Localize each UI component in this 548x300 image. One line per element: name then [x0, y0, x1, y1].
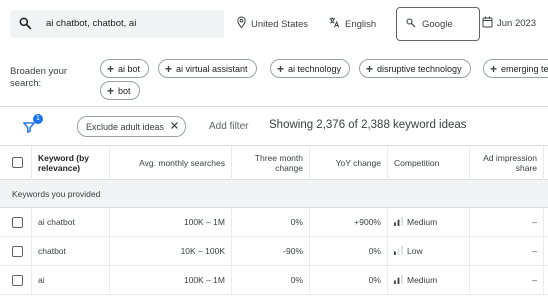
keyword-search-input[interactable]: ai chatbot, chatbot, ai — [10, 10, 224, 38]
location-pin-icon — [236, 16, 247, 32]
chip-label: Exclude adult ideas — [86, 121, 165, 132]
competition-low-icon — [394, 245, 403, 257]
row-select-cell — [0, 208, 32, 236]
chip-label: bot — [118, 85, 131, 96]
column-header-ad-impression-share[interactable]: Ad impression share — [470, 146, 544, 180]
exclude-adult-ideas-chip[interactable]: Exclude adult ideas — [77, 116, 187, 137]
keyword-cell: chatbot — [32, 237, 110, 265]
filter-count-badge: 1 — [33, 114, 43, 124]
group-label: Keywords you provided — [12, 189, 101, 199]
competition-medium-icon — [394, 216, 403, 228]
avg-monthly-searches-cell: 100K – 1M — [110, 266, 232, 294]
plus-icon: + — [277, 61, 285, 76]
competition-label: Low — [407, 246, 423, 256]
avg-monthly-searches-cell: 100K – 1M — [110, 208, 232, 236]
search-query-text: ai chatbot, chatbot, ai — [46, 18, 137, 29]
column-header-keyword[interactable]: Keyword (by relevance) — [32, 146, 110, 180]
ad-impression-share-cell: – — [470, 208, 544, 236]
table-row[interactable]: ai 100K – 1M 0% 0% Medium – — [0, 266, 548, 295]
group-header-row: Keywords you provided — [0, 180, 548, 208]
plus-icon: + — [107, 83, 115, 98]
column-header-competition[interactable]: Competition — [388, 146, 470, 180]
yoy-change-cell: 0% — [310, 237, 388, 265]
ad-impression-share-cell: – — [470, 266, 544, 294]
chip-label: ai virtual assistant — [176, 63, 248, 74]
row-select-cell — [0, 237, 32, 265]
results-count-text: Showing 2,376 of 2,388 keyword ideas — [269, 119, 467, 131]
yoy-change-cell: +900% — [310, 208, 388, 236]
competition-label: Medium — [407, 217, 438, 227]
location-selector[interactable]: United States — [236, 16, 308, 32]
competition-medium-icon — [394, 274, 403, 286]
row-checkbox[interactable] — [12, 246, 23, 257]
network-icon — [405, 17, 417, 32]
row-select-cell — [0, 266, 32, 294]
column-header-yoy-change[interactable]: YoY change — [310, 146, 388, 180]
chip-label: ai technology — [288, 63, 342, 74]
select-all-cell — [0, 146, 32, 180]
language-label: English — [345, 18, 377, 30]
row-checkbox[interactable] — [12, 275, 23, 286]
translate-icon — [328, 16, 341, 32]
location-label: United States — [251, 18, 309, 30]
chip-label: ai bot — [118, 63, 141, 74]
plus-icon: + — [366, 61, 374, 76]
close-icon[interactable] — [170, 121, 179, 132]
three-month-change-cell: 0% — [232, 208, 310, 236]
column-header-avg-monthly-searches[interactable]: Avg. monthly searches — [110, 146, 232, 180]
keyword-cell: ai — [32, 266, 110, 294]
row-checkbox[interactable] — [12, 217, 23, 228]
broaden-chip-emerging-technology[interactable]: + emerging te — [483, 59, 548, 78]
plus-icon: + — [165, 61, 173, 76]
select-all-checkbox[interactable] — [12, 157, 23, 168]
broaden-chip-ai-technology[interactable]: + ai technology — [270, 59, 351, 78]
broaden-chip-ai-virtual-assistant[interactable]: + ai virtual assistant — [158, 59, 257, 78]
network-label: Google — [422, 18, 453, 30]
date-range-selector[interactable]: Jun 2023 — [482, 16, 536, 31]
broaden-search-label: Broaden your search: — [10, 66, 68, 89]
broaden-chip-ai-bot[interactable]: + ai bot — [100, 59, 150, 78]
keyword-cell: ai chatbot — [32, 208, 110, 236]
column-header-three-month-change[interactable]: Three month change — [232, 146, 310, 180]
yoy-change-cell: 0% — [310, 266, 388, 294]
competition-cell: Medium — [388, 208, 470, 236]
three-month-change-cell: 0% — [232, 266, 310, 294]
search-network-selector[interactable]: Google — [396, 7, 480, 41]
broaden-chip-disruptive-technology[interactable]: + disruptive technology — [359, 59, 471, 78]
section-divider — [0, 106, 548, 107]
table-header: Keyword (by relevance) Avg. monthly sear… — [0, 145, 548, 180]
ad-impression-share-cell: – — [470, 237, 544, 265]
table-row[interactable]: ai chatbot 100K – 1M 0% +900% Medium – — [0, 208, 548, 237]
calendar-icon — [482, 16, 493, 31]
chip-label: disruptive technology — [377, 63, 462, 74]
competition-cell: Medium — [388, 266, 470, 294]
competition-cell: Low — [388, 237, 470, 265]
language-selector[interactable]: English — [328, 16, 376, 32]
plus-icon: + — [107, 61, 115, 76]
top-bar: ai chatbot, chatbot, ai United States En… — [0, 0, 548, 48]
search-icon — [18, 16, 32, 32]
add-filter-button[interactable]: Add filter — [209, 121, 248, 132]
plus-icon: + — [490, 61, 498, 76]
table-row[interactable]: chatbot 10K – 100K -90% 0% Low – — [0, 237, 548, 266]
three-month-change-cell: -90% — [232, 237, 310, 265]
date-range-label: Jun 2023 — [497, 18, 537, 29]
broaden-chip-bot[interactable]: + bot — [100, 81, 140, 100]
avg-monthly-searches-cell: 10K – 100K — [110, 237, 232, 265]
chip-label: emerging te — [501, 63, 548, 74]
competition-label: Medium — [407, 275, 438, 285]
